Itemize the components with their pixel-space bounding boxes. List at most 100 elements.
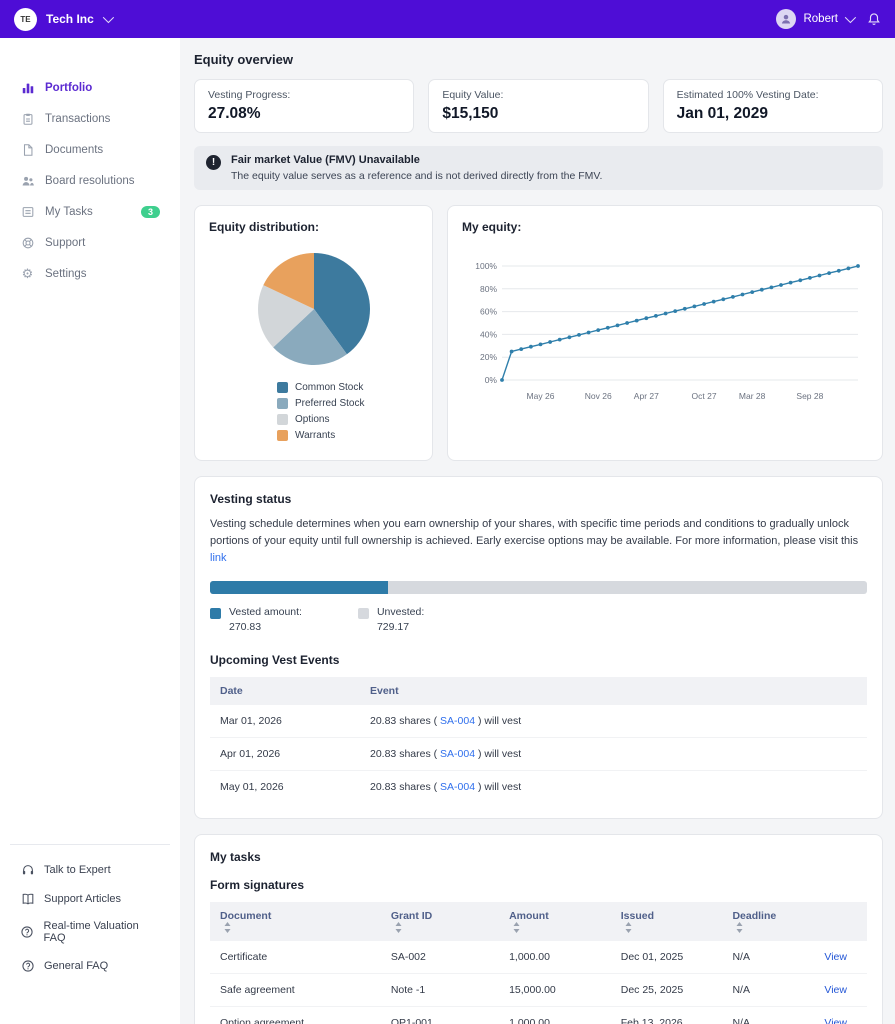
sidebar-item-my-tasks[interactable]: My Tasks 3 — [0, 196, 180, 227]
vesting-line-chart: 0% 20% 40% 60% 80% 100% May 26 Nov 26 Apr 27 Oct … — [462, 256, 868, 406]
svg-text:0%: 0% — [485, 375, 498, 385]
table-row: Option agreement OP1-001 1,000.00 Feb 13… — [210, 1007, 867, 1024]
my-equity-card: My equity: 0% 20% 40% 60% 80% 100% May 26 Nov 2… — [447, 205, 883, 461]
stat-value: 27.08% — [208, 105, 261, 122]
sidebar-item-valuation-faq[interactable]: Real-time Valuation FAQ — [10, 913, 170, 951]
form-signatures-title: Form signatures — [210, 878, 305, 893]
app-root: TE Tech Inc Robert Portfolio Transaction… — [0, 0, 895, 1024]
column-header-amount[interactable]: Amount — [499, 902, 611, 942]
task-document: Option agreement — [220, 1017, 305, 1024]
my-tasks-card: My tasks Form signatures Document Grant … — [194, 834, 883, 1024]
sidebar-item-label: Board resolutions — [45, 174, 135, 187]
card-title: Equity distribution: — [209, 220, 319, 234]
vesting-progress-fill — [210, 581, 388, 595]
legend-swatch — [277, 382, 288, 393]
legend-item: Common Stock — [277, 382, 418, 393]
notice-body: The equity value serves as a reference a… — [231, 170, 603, 182]
sidebar-item-board-resolutions[interactable]: Board resolutions — [0, 165, 180, 196]
legend-label: Options — [295, 414, 330, 425]
sidebar-item-label: Transactions — [45, 112, 111, 125]
grant-link[interactable]: SA-004 — [437, 748, 478, 760]
vesting-info-link[interactable]: link — [210, 552, 227, 564]
legend-label: Vested amount: — [229, 606, 302, 619]
upcoming-events-title: Upcoming Vest Events — [210, 653, 340, 668]
view-link[interactable]: View — [824, 1017, 847, 1024]
grant-link[interactable]: SA-004 — [437, 715, 478, 727]
column-header-date[interactable]: Date — [210, 677, 360, 706]
column-header-issued[interactable]: Issued — [610, 902, 723, 942]
transactions-icon — [20, 111, 35, 126]
fmv-notice-banner: ! Fair market Value (FMV) Unavailable Th… — [194, 146, 883, 190]
sidebar-item-transactions[interactable]: Transactions — [0, 103, 180, 134]
task-deadline: N/A — [732, 1017, 750, 1024]
sort-icon — [625, 922, 632, 934]
event-date: Apr 01, 2026 — [210, 737, 360, 772]
legend-swatch — [277, 414, 288, 425]
legend-label: Common Stock — [295, 382, 364, 393]
legend-item-vested: Vested amount: 270.83 — [210, 606, 302, 633]
legend-swatch — [277, 398, 288, 409]
sidebar-item-portfolio[interactable]: Portfolio — [0, 72, 180, 103]
footer-item-label: Real-time Valuation FAQ — [43, 920, 139, 944]
legend-label: Preferred Stock — [295, 398, 365, 409]
card-title: Vesting status — [210, 492, 292, 506]
task-amount: 15,000.00 — [499, 973, 611, 1008]
event-date: Mar 01, 2026 — [210, 705, 360, 739]
vesting-progress-bar — [210, 581, 867, 595]
pie-chart — [209, 250, 418, 368]
company-name: Tech Inc — [46, 12, 94, 26]
legend-swatch — [357, 608, 369, 620]
task-deadline: N/A — [722, 941, 815, 975]
page-title: Equity overview — [194, 52, 293, 67]
people-icon — [20, 173, 35, 188]
column-header-actions — [814, 902, 867, 942]
stat-card-vesting-progress: Vesting Progress: 27.08% — [194, 79, 415, 133]
documents-icon — [20, 142, 35, 157]
vesting-legend: Vested amount: 270.83 Unvested: 729.17 — [210, 606, 867, 633]
tasks-table: Document Grant ID Amount Issued Deadline… — [210, 902, 867, 1024]
column-header-event[interactable]: Event — [360, 677, 867, 706]
question-circle-icon — [20, 925, 35, 940]
stat-value: $15,150 — [442, 105, 499, 122]
legend-item: Options — [277, 414, 418, 425]
sidebar-item-support-articles[interactable]: Support Articles — [10, 884, 170, 913]
stat-card-equity-value: Equity Value: $15,150 — [428, 79, 649, 133]
svg-text:May 26: May 26 — [527, 391, 555, 401]
event-date: May 01, 2026 — [220, 781, 284, 794]
notice-title: Fair market Value (FMV) Unavailable — [231, 154, 420, 166]
user-menu[interactable]: Robert — [776, 9, 857, 29]
sidebar-item-documents[interactable]: Documents — [0, 134, 180, 165]
task-issued: Dec 25, 2025 — [610, 973, 723, 1008]
sort-icon — [395, 922, 402, 934]
task-grant-id: SA-002 — [380, 941, 500, 975]
svg-text:20%: 20% — [480, 352, 497, 362]
company-switcher[interactable]: TE Tech Inc — [14, 7, 114, 31]
question-circle-icon — [20, 958, 35, 973]
legend-value: 729.17 — [376, 621, 410, 634]
grant-link[interactable]: SA-004 — [437, 781, 478, 793]
sidebar-item-talk-to-expert[interactable]: Talk to Expert — [10, 855, 170, 884]
view-link[interactable]: View — [824, 984, 847, 996]
column-header-grant-id[interactable]: Grant ID — [380, 902, 500, 942]
sort-icon — [736, 922, 743, 934]
svg-text:Nov 26: Nov 26 — [585, 391, 612, 401]
vesting-status-card: Vesting status Vesting schedule determin… — [194, 476, 883, 820]
sidebar-item-support[interactable]: Support — [0, 227, 180, 258]
view-link[interactable]: View — [824, 951, 847, 963]
task-issued: Dec 01, 2025 — [610, 941, 723, 975]
tasks-count-badge: 3 — [140, 205, 160, 218]
support-icon — [20, 235, 35, 250]
sidebar-item-general-faq[interactable]: General FAQ — [10, 951, 170, 980]
column-header-document[interactable]: Document — [210, 902, 381, 942]
notifications-bell-icon[interactable] — [867, 12, 881, 26]
column-header-deadline[interactable]: Deadline — [722, 902, 815, 942]
upcoming-events-table: Date Event Mar 01, 2026 20.83 shares ( S… — [210, 677, 867, 803]
footer-item-label: Support Articles — [44, 892, 122, 905]
svg-text:Sep 28: Sep 28 — [796, 391, 823, 401]
event-text: 20.83 shares ( SA-004 ) will vest — [360, 737, 867, 772]
sidebar-item-settings[interactable]: ⚙ Settings — [0, 258, 180, 289]
sidebar-item-label: Documents — [45, 143, 104, 156]
table-row: Certificate SA-002 1,000.00 Dec 01, 2025… — [210, 941, 867, 975]
legend-swatch — [277, 430, 288, 441]
legend-value: 270.83 — [229, 621, 262, 634]
